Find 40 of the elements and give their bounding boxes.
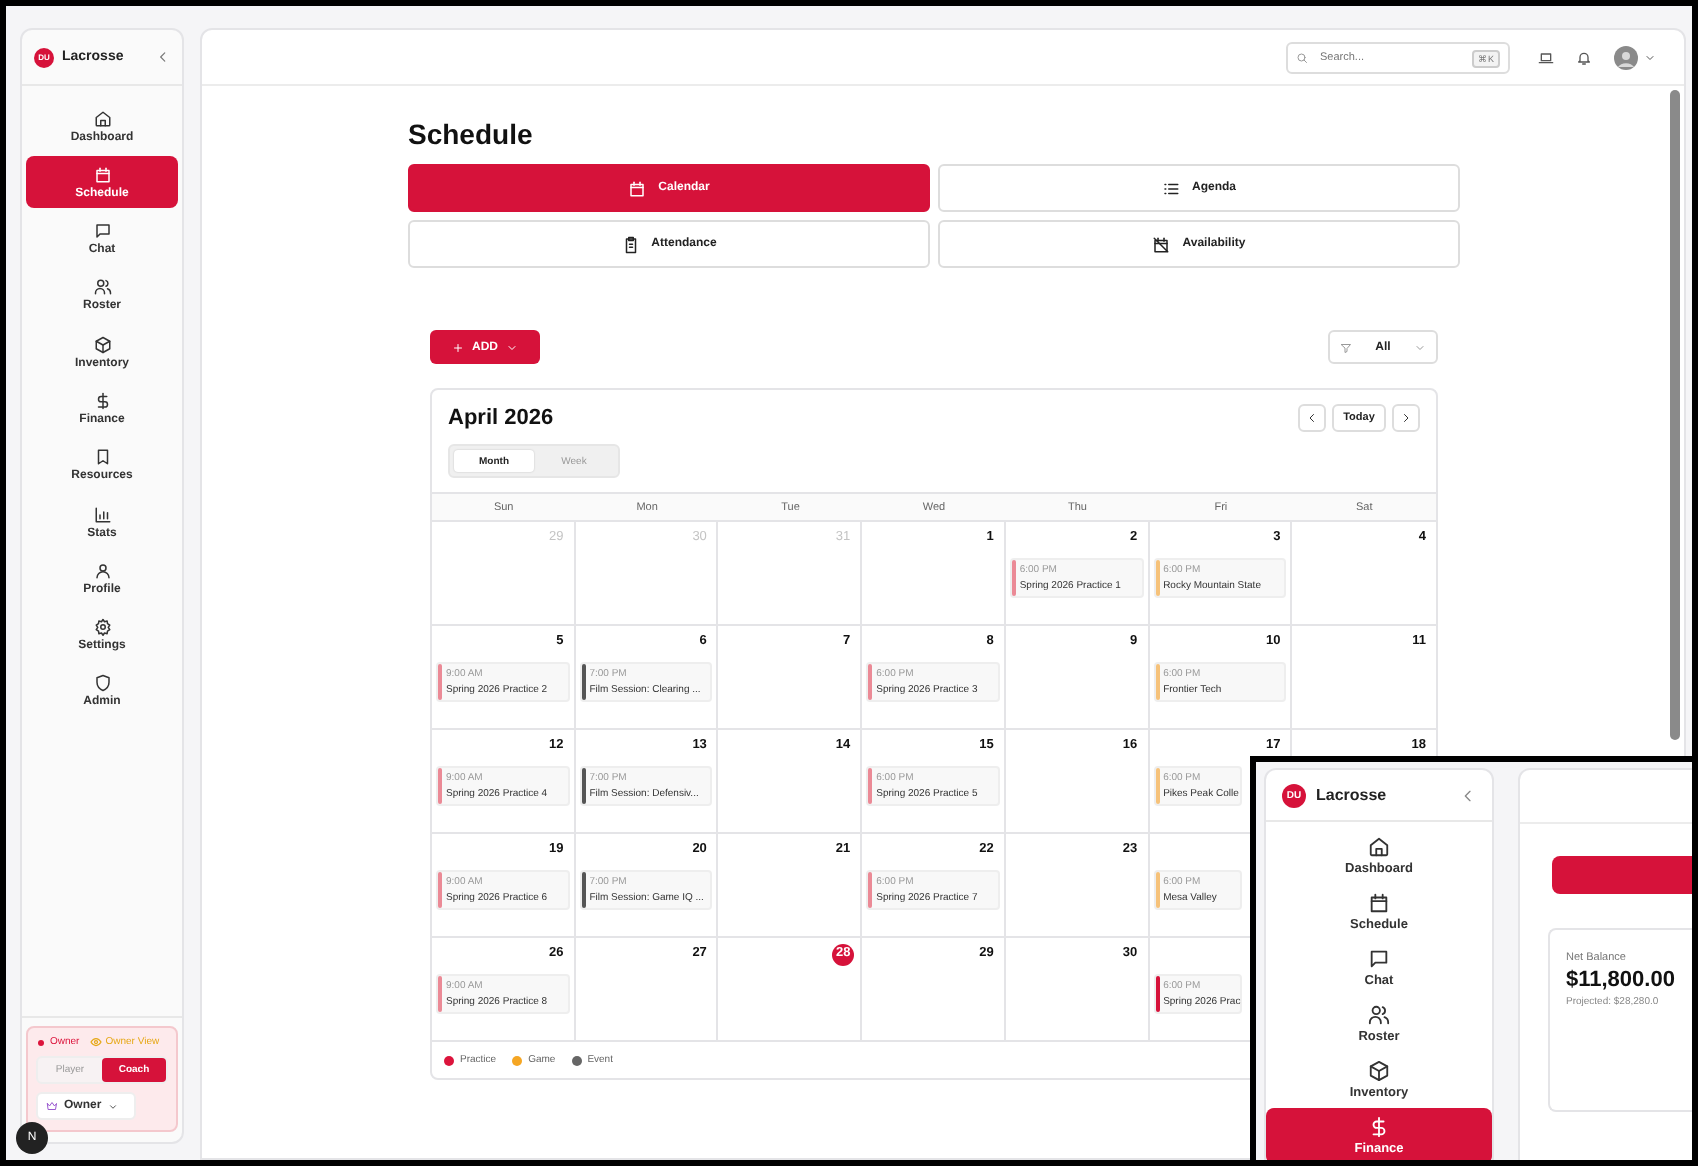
house-icon — [93, 109, 111, 127]
caret-icon[interactable] — [1644, 51, 1656, 63]
people-icon — [93, 278, 111, 297]
dollar-icon — [1368, 1116, 1390, 1138]
avatar[interactable] — [1614, 45, 1638, 69]
calendar-icon — [93, 165, 111, 184]
people-icon — [1368, 1004, 1390, 1026]
scrollbar[interactable] — [1670, 90, 1680, 740]
balance-amount: $11,800.00 — [1566, 968, 1675, 992]
page-title: Schedule — [408, 118, 535, 150]
bookmark-icon — [93, 448, 111, 467]
month-title: April 2026 — [448, 406, 554, 430]
caret-icon — [1413, 341, 1426, 353]
cube-icon — [1368, 1060, 1390, 1082]
calendar-icon — [628, 179, 647, 197]
filter-icon — [1340, 341, 1352, 353]
plus-icon — [452, 341, 464, 353]
dollar-icon — [93, 391, 111, 410]
chevron-right-icon — [1400, 412, 1412, 424]
laptop-icon[interactable] — [1538, 49, 1554, 65]
notification-icon[interactable] — [1576, 49, 1592, 65]
speech-bubble-icon — [93, 222, 111, 241]
clipboard-icon — [621, 235, 640, 253]
collapse-icon[interactable] — [156, 50, 170, 64]
caret-icon — [107, 1101, 118, 1111]
bar-chart-icon — [93, 505, 111, 524]
search-icon — [1296, 51, 1308, 63]
crown-icon — [46, 1100, 58, 1112]
speech-bubble-icon — [1368, 948, 1390, 970]
team-name: Lacrosse — [1316, 786, 1387, 804]
calendar-icon — [1368, 892, 1390, 914]
cube-icon — [93, 335, 111, 354]
caret-icon — [506, 341, 518, 353]
person-icon — [93, 561, 111, 580]
settings-icon — [93, 618, 111, 637]
shield-icon — [93, 674, 111, 693]
house-icon — [1368, 836, 1390, 858]
calendar-off-icon — [1152, 235, 1171, 253]
chevron-left-icon — [1306, 412, 1318, 424]
collapse-icon[interactable] — [1460, 787, 1476, 803]
